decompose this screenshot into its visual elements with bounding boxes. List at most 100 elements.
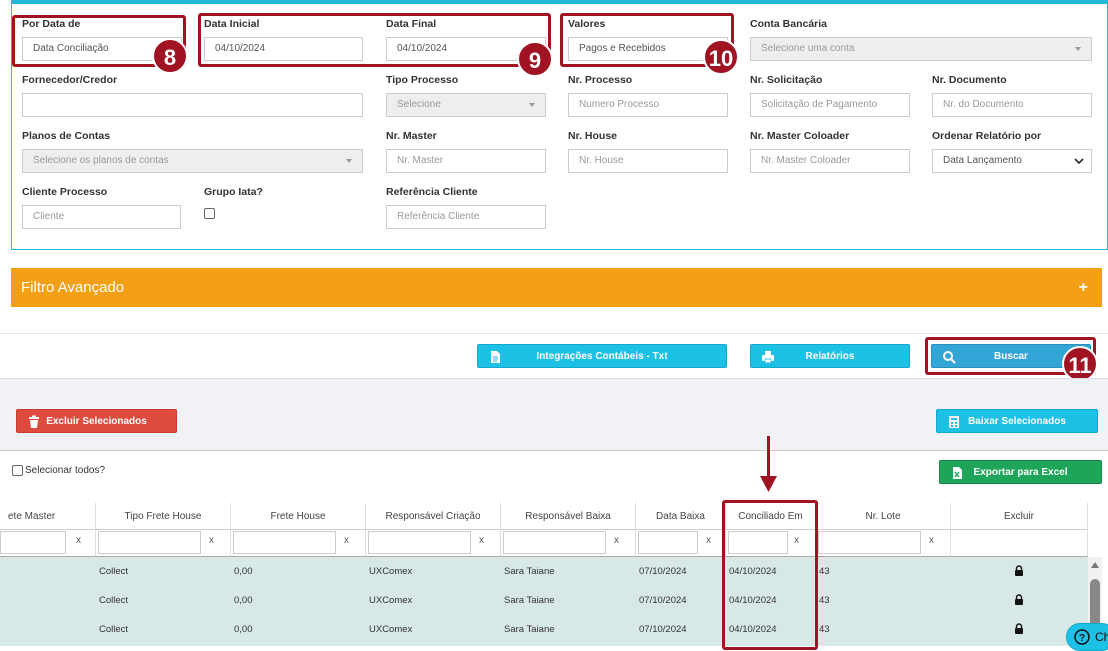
- exportar-excel-label: Exportar para Excel: [973, 467, 1068, 478]
- col-nr-lote[interactable]: Nr. Lote: [816, 503, 951, 530]
- filter-input[interactable]: [0, 531, 66, 554]
- annotation-box-conciliado: [722, 500, 818, 650]
- col-excluir[interactable]: Excluir: [951, 503, 1088, 530]
- excel-icon: [953, 467, 962, 479]
- col-tipo-frete-house[interactable]: Tipo Frete House: [96, 503, 231, 530]
- lock-icon[interactable]: [1014, 623, 1024, 634]
- table-row[interactable]: Collect 0,00 UXComex Sara Taiane 07/10/2…: [0, 557, 1088, 586]
- col-responsavel-baixa[interactable]: Responsável Baixa: [501, 503, 636, 530]
- cell-resp-baixa: Sara Taiane: [504, 595, 555, 606]
- clear-filter-icon[interactable]: x: [209, 535, 214, 546]
- caret-down-icon: [346, 159, 352, 163]
- cell-nr-lote: 43: [819, 566, 830, 577]
- baixar-selecionados-label: Baixar Selecionados: [968, 416, 1066, 427]
- lock-icon[interactable]: [1014, 565, 1024, 576]
- filter-cell: x: [501, 530, 636, 557]
- filter-cell: [951, 530, 1088, 557]
- excluir-selecionados-button[interactable]: Excluir Selecionados: [16, 409, 177, 433]
- clear-filter-icon[interactable]: x: [929, 535, 934, 546]
- grupo-iata-label: Grupo Iata?: [204, 186, 263, 198]
- tipo-processo-select[interactable]: Selecione: [386, 93, 546, 117]
- nr-processo-input[interactable]: Numero Processo: [568, 93, 728, 117]
- filter-cell: x: [0, 530, 96, 557]
- cell-resp-baixa: Sara Taiane: [504, 566, 555, 577]
- nr-master-coloader-input[interactable]: Nr. Master Coloader: [750, 149, 910, 173]
- col-data-baixa[interactable]: Data Baixa: [636, 503, 726, 530]
- table-row[interactable]: Collect 0,00 UXComex Sara Taiane 07/10/2…: [0, 586, 1088, 615]
- col-responsavel-criacao[interactable]: Responsável Criação: [366, 503, 501, 530]
- conta-bancaria-select[interactable]: Selecione uma conta: [750, 37, 1092, 61]
- nr-documento-input[interactable]: Nr. do Documento: [932, 93, 1092, 117]
- grupo-iata-checkbox[interactable]: [204, 208, 215, 219]
- caret-down-icon: [529, 103, 535, 107]
- col-frete-master[interactable]: ete Master: [0, 503, 96, 530]
- cell-frete-house: 0,00: [234, 595, 253, 606]
- filter-input[interactable]: [818, 531, 921, 554]
- plus-icon[interactable]: +: [1079, 268, 1088, 307]
- cell-nr-lote: 43: [819, 595, 830, 606]
- relatorios-button[interactable]: Relatórios: [750, 344, 910, 368]
- table-row[interactable]: Collect 0,00 UXComex Sara Taiane 07/10/2…: [0, 615, 1088, 646]
- planos-contas-placeholder: Selecione os planos de contas: [33, 155, 169, 166]
- nr-solicitacao-label: Nr. Solicitação: [750, 74, 823, 86]
- caret-down-icon: [1075, 47, 1081, 51]
- clear-filter-icon[interactable]: x: [344, 535, 349, 546]
- filter-input[interactable]: [98, 531, 201, 554]
- referencia-cliente-input[interactable]: Referência Cliente: [386, 205, 546, 229]
- cell-resp-criacao: UXComex: [369, 624, 413, 635]
- file-text-icon: [491, 351, 500, 363]
- clear-filter-icon[interactable]: x: [706, 535, 711, 546]
- planos-contas-select[interactable]: Selecione os planos de contas: [22, 149, 363, 173]
- svg-text:?: ?: [1079, 633, 1085, 644]
- print-icon: [762, 351, 774, 364]
- referencia-cliente-label: Referência Cliente: [386, 186, 478, 198]
- exportar-excel-button[interactable]: Exportar para Excel: [939, 460, 1102, 484]
- nr-house-input[interactable]: Nr. House: [568, 149, 728, 173]
- cell-tipo-frete-house: Collect: [99, 566, 129, 577]
- fornecedor-label: Fornecedor/Credor: [22, 74, 118, 86]
- cell-frete-house: 0,00: [234, 624, 253, 635]
- cliente-processo-input[interactable]: Cliente: [22, 205, 181, 229]
- integracoes-button[interactable]: Integrações Contábeis - Txt: [477, 344, 727, 368]
- tipo-processo-label: Tipo Processo: [386, 74, 459, 86]
- col-frete-house[interactable]: Frete House: [231, 503, 366, 530]
- nr-master-label: Nr. Master: [386, 130, 437, 142]
- clear-filter-icon[interactable]: x: [479, 535, 484, 546]
- nr-master-input[interactable]: Nr. Master: [386, 149, 546, 173]
- cell-resp-criacao: UXComex: [369, 566, 413, 577]
- step-badge-11: 11: [1062, 346, 1098, 382]
- selecionar-todos-checkbox[interactable]: [12, 465, 23, 476]
- cell-tipo-frete-house: Collect: [99, 624, 129, 635]
- cell-data-baixa: 07/10/2024: [639, 566, 687, 577]
- filter-input[interactable]: [368, 531, 471, 554]
- fornecedor-input[interactable]: [22, 93, 363, 117]
- integracoes-label: Integrações Contábeis - Txt: [536, 351, 668, 362]
- lock-icon[interactable]: [1014, 594, 1024, 605]
- clear-filter-icon[interactable]: x: [614, 535, 619, 546]
- filter-input[interactable]: [638, 531, 698, 554]
- advanced-filter-bar[interactable]: Filtro Avançado +: [11, 268, 1102, 307]
- arrow-down-icon: [760, 476, 777, 492]
- cell-resp-baixa: Sara Taiane: [504, 624, 555, 635]
- cell-data-baixa: 07/10/2024: [639, 624, 687, 635]
- conta-bancaria-label: Conta Bancária: [750, 18, 828, 30]
- filter-input[interactable]: [233, 531, 336, 554]
- filter-cell: x: [366, 530, 501, 557]
- calculator-icon: [949, 416, 959, 428]
- trash-icon: [29, 415, 39, 428]
- planos-contas-label: Planos de Contas: [22, 130, 111, 142]
- filter-input[interactable]: [503, 531, 606, 554]
- baixar-selecionados-button[interactable]: Baixar Selecionados: [936, 409, 1098, 433]
- ordenar-select[interactable]: Data Lançamento: [932, 149, 1092, 173]
- divider: [0, 333, 1108, 334]
- scroll-up-icon[interactable]: [1091, 562, 1099, 568]
- filter-cell: x: [636, 530, 726, 557]
- filter-cell: x: [96, 530, 231, 557]
- nr-master-coloader-label: Nr. Master Coloader: [750, 130, 850, 142]
- nr-solicitacao-input[interactable]: Solicitação de Pagamento: [750, 93, 910, 117]
- chat-widget-button[interactable]: ? Ch: [1066, 623, 1108, 651]
- filter-cell: x: [816, 530, 951, 557]
- cell-nr-lote: 43: [819, 624, 830, 635]
- step-badge-10: 10: [703, 39, 739, 75]
- clear-filter-icon[interactable]: x: [76, 535, 81, 546]
